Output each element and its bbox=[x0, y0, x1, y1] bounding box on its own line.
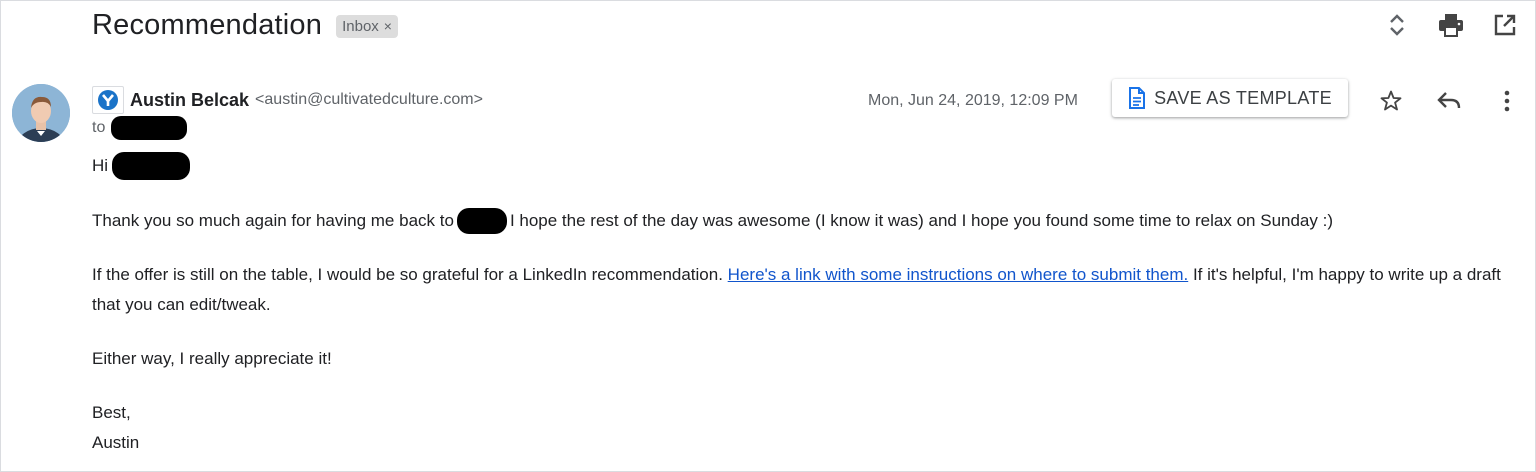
more-vert-icon[interactable] bbox=[1492, 86, 1522, 116]
email-subject: Recommendation bbox=[92, 8, 323, 41]
message-actions bbox=[1376, 86, 1522, 116]
document-icon bbox=[1129, 87, 1146, 109]
sender-logo-icon bbox=[92, 86, 124, 114]
remove-label-icon[interactable]: × bbox=[384, 18, 392, 34]
inbox-label-chip[interactable]: Inbox × bbox=[336, 14, 398, 38]
email-date: Mon, Jun 24, 2019, 12:09 PM bbox=[868, 92, 1078, 109]
paragraph-3: Either way, I really appreciate it! bbox=[92, 349, 332, 368]
instructions-link[interactable]: Here's a link with some instructions on … bbox=[728, 265, 1189, 284]
sender-name[interactable]: Austin Belcak bbox=[130, 90, 249, 111]
print-icon[interactable] bbox=[1436, 10, 1466, 40]
to-label: to bbox=[92, 119, 106, 136]
sender-avatar[interactable] bbox=[12, 84, 70, 142]
save-as-template-button[interactable]: SAVE AS TEMPLATE bbox=[1112, 79, 1348, 117]
redacted-company bbox=[456, 208, 507, 234]
thread-actions bbox=[1382, 10, 1520, 40]
redacted-name bbox=[112, 152, 191, 180]
email-body: Hi Thank you so much again for having me… bbox=[92, 150, 1512, 458]
star-icon[interactable] bbox=[1376, 86, 1406, 116]
p1-text-before: Thank you so much again for having me ba… bbox=[92, 211, 454, 230]
expand-collapse-icon[interactable] bbox=[1382, 10, 1412, 40]
save-template-label: SAVE AS TEMPLATE bbox=[1154, 87, 1332, 108]
open-new-window-icon[interactable] bbox=[1490, 10, 1520, 40]
subject-row: Recommendation Inbox × bbox=[92, 6, 398, 44]
reply-icon[interactable] bbox=[1434, 86, 1464, 116]
paragraph-1: Thank you so much again for having me ba… bbox=[92, 206, 1512, 236]
sender-row: Austin Belcak <austin@cultivatedculture.… bbox=[92, 86, 483, 114]
signature: Austin bbox=[92, 433, 140, 452]
p1-text-after: I hope the rest of the day was awesome (… bbox=[509, 211, 1333, 230]
greeting: Hi bbox=[92, 150, 1512, 182]
signoff: Best, bbox=[92, 403, 131, 422]
sender-email: <austin@cultivatedculture.com> bbox=[255, 91, 483, 108]
label-text: Inbox bbox=[342, 17, 379, 35]
paragraph-2: If the offer is still on the table, I wo… bbox=[92, 260, 1512, 320]
redacted-recipient bbox=[111, 116, 188, 140]
p2-text-before: If the offer is still on the table, I wo… bbox=[92, 265, 728, 284]
recipient-row: to bbox=[92, 116, 188, 140]
greeting-text: Hi bbox=[92, 156, 109, 175]
